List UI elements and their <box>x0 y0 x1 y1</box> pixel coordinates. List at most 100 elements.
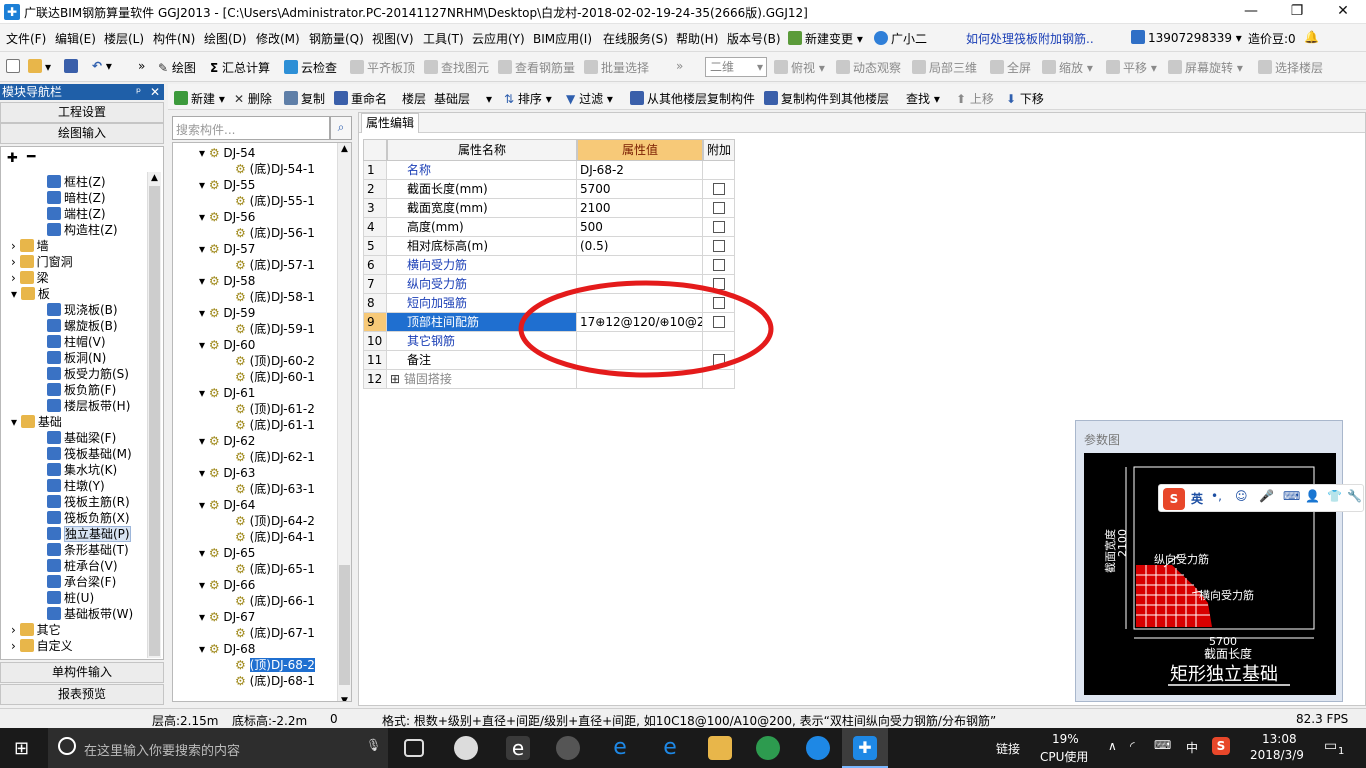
task-view-icon[interactable] <box>404 739 424 757</box>
component-group[interactable]: ▾ ⚙ DJ-61 <box>173 385 337 401</box>
expand-toggle-icon[interactable]: ▾ <box>199 178 209 192</box>
nav-item[interactable]: 筏板主筋(R) <box>1 494 147 510</box>
floor-select[interactable]: 基础层 ▾ <box>434 90 492 107</box>
file-explorer-icon[interactable] <box>708 736 732 760</box>
zoom-button[interactable]: 缩放 ▾ <box>1042 59 1093 76</box>
extra-checkbox[interactable] <box>713 240 725 252</box>
menu-edit[interactable]: 编辑(E) <box>55 30 96 47</box>
nav-close-icon[interactable]: ✕ <box>150 84 160 100</box>
nav-folder[interactable]: › 梁 <box>1 270 147 286</box>
component-item[interactable]: ⚙ (底)DJ-64-1 <box>173 529 337 545</box>
rotate-button[interactable]: 屏幕旋转 ▾ <box>1168 59 1243 76</box>
property-value-input[interactable] <box>577 256 703 275</box>
component-group[interactable]: ▾ ⚙ DJ-60 <box>173 337 337 353</box>
component-group[interactable]: ▾ ⚙ DJ-62 <box>173 433 337 449</box>
move-up-button[interactable]: ⬆ 上移 <box>956 90 994 107</box>
nav-item[interactable]: 承台梁(F) <box>1 574 147 590</box>
clock-date[interactable]: 2018/3/9 <box>1250 748 1304 762</box>
expand-toggle-icon[interactable]: ▾ <box>199 546 209 560</box>
expand-toggle-icon[interactable]: › <box>11 239 20 253</box>
new-file-icon[interactable] <box>6 59 23 74</box>
scroll-up-icon[interactable]: ▲ <box>148 172 161 184</box>
menu-rebar-qty[interactable]: 钢筋量(Q) <box>309 30 364 47</box>
nav-item[interactable]: 板负筋(F) <box>1 382 147 398</box>
menu-file[interactable]: 文件(F) <box>6 30 46 47</box>
view-mode-select[interactable]: 二维 ▾ <box>705 57 767 77</box>
mic-icon[interactable]: 🎤 <box>1259 489 1274 503</box>
nav-item[interactable]: 暗柱(Z) <box>1 190 147 206</box>
nav-item[interactable]: 筏板负筋(X) <box>1 510 147 526</box>
search-icon[interactable]: ⌕ <box>330 116 352 140</box>
notification-icon[interactable]: ▭ <box>1324 738 1337 754</box>
component-group[interactable]: ▾ ⚙ DJ-54 <box>173 145 337 161</box>
nav-item[interactable]: 构造柱(Z) <box>1 222 147 238</box>
ime-lang-toggle[interactable]: 英 <box>1191 490 1203 507</box>
component-item[interactable]: ⚙ (底)DJ-60-1 <box>173 369 337 385</box>
property-row[interactable]: 1 名称 DJ-68-2 <box>364 161 735 180</box>
component-item[interactable]: ⚙ (底)DJ-67-1 <box>173 625 337 641</box>
extra-checkbox[interactable] <box>713 202 725 214</box>
component-item[interactable]: ⚙ (底)DJ-65-1 <box>173 561 337 577</box>
expand-all-icon[interactable]: ✚ <box>7 151 18 166</box>
skin-icon[interactable]: 👕 <box>1327 489 1342 503</box>
component-group[interactable]: ▾ ⚙ DJ-67 <box>173 609 337 625</box>
emoji-icon[interactable]: ☺ <box>1235 489 1248 503</box>
nav-item[interactable]: 基础梁(F) <box>1 430 147 446</box>
flat-top-button[interactable]: 平齐板顶 <box>350 59 415 76</box>
find-button[interactable]: 查找 ▾ <box>906 90 940 107</box>
ie-icon[interactable]: e <box>658 736 682 760</box>
expand-toggle-icon[interactable]: ▾ <box>199 274 209 288</box>
question-link[interactable]: 如何处理筏板附加钢筋.. <box>966 30 1094 47</box>
chevron-icon-2[interactable]: » <box>676 59 683 73</box>
top-view-button[interactable]: 俯视 ▾ <box>774 59 825 76</box>
draw-button[interactable]: ✎ 绘图 <box>158 59 196 76</box>
component-group[interactable]: ▾ ⚙ DJ-65 <box>173 545 337 561</box>
menu-version[interactable]: 版本号(B) <box>727 30 781 47</box>
rename-button[interactable]: 重命名 <box>334 90 387 107</box>
component-item[interactable]: ⚙ (底)DJ-62-1 <box>173 449 337 465</box>
sogou-tray-icon[interactable]: S <box>1212 737 1230 755</box>
component-item[interactable]: ⚙ (顶)DJ-64-2 <box>173 513 337 529</box>
nav-folder[interactable]: › 门窗洞 <box>1 254 147 270</box>
menu-component[interactable]: 构件(N) <box>153 30 195 47</box>
search-input[interactable]: 搜索构件... <box>172 116 330 140</box>
nav-item[interactable]: 框柱(Z) <box>1 174 147 190</box>
expand-toggle-icon[interactable]: ▾ <box>199 466 209 480</box>
component-item[interactable]: ⚙ (底)DJ-66-1 <box>173 593 337 609</box>
clock-time[interactable]: 13:08 <box>1262 732 1297 746</box>
green-app-icon[interactable] <box>756 736 780 760</box>
component-item[interactable]: ⚙ (顶)DJ-60-2 <box>173 353 337 369</box>
extra-checkbox[interactable] <box>713 259 725 271</box>
expand-toggle-icon[interactable]: ▾ <box>199 306 209 320</box>
expand-toggle-icon[interactable]: ▾ <box>199 210 209 224</box>
ggj-app-active[interactable]: ✚ <box>842 728 888 768</box>
scroll-up-icon[interactable]: ▲ <box>338 143 351 155</box>
component-group[interactable]: ▾ ⚙ DJ-64 <box>173 497 337 513</box>
new-component-button[interactable]: 新建 ▾ <box>174 90 225 107</box>
tab-property-edit[interactable]: 属性编辑 <box>361 113 419 133</box>
keyboard-tray-icon[interactable]: ⌨ <box>1154 738 1171 752</box>
save-icon[interactable] <box>64 59 81 74</box>
expand-toggle-icon[interactable]: ▾ <box>199 242 209 256</box>
menu-floor[interactable]: 楼层(L) <box>104 30 144 47</box>
property-row[interactable]: 6 横向受力筋 <box>364 256 735 275</box>
swirl-app-icon[interactable] <box>556 736 580 760</box>
link-label[interactable]: 链接 <box>996 740 1020 757</box>
pan-button[interactable]: 平移 ▾ <box>1106 59 1157 76</box>
nav-item[interactable]: 端柱(Z) <box>1 206 147 222</box>
cloud-check-button[interactable]: 云检查 <box>284 59 337 76</box>
property-value-input[interactable]: 2100 <box>577 199 703 218</box>
component-item[interactable]: ⚙ (顶)DJ-61-2 <box>173 401 337 417</box>
component-group[interactable]: ▾ ⚙ DJ-59 <box>173 305 337 321</box>
component-item[interactable]: ⚙ (顶)DJ-68-2 <box>173 657 337 673</box>
component-group[interactable]: ▾ ⚙ DJ-66 <box>173 577 337 593</box>
component-group[interactable]: ▾ ⚙ DJ-68 <box>173 641 337 657</box>
nav-item[interactable]: 基础板带(W) <box>1 606 147 622</box>
scroll-down-icon[interactable]: ▼ <box>338 695 351 701</box>
extra-checkbox[interactable] <box>713 183 725 195</box>
expand-toggle-icon[interactable]: › <box>11 623 20 637</box>
view-rebar-button[interactable]: 查看钢筋量 <box>498 59 575 76</box>
open-file-icon[interactable]: ▾ <box>28 59 51 74</box>
component-group[interactable]: ▾ ⚙ DJ-63 <box>173 465 337 481</box>
nav-item[interactable]: 独立基础(P) <box>1 526 147 542</box>
